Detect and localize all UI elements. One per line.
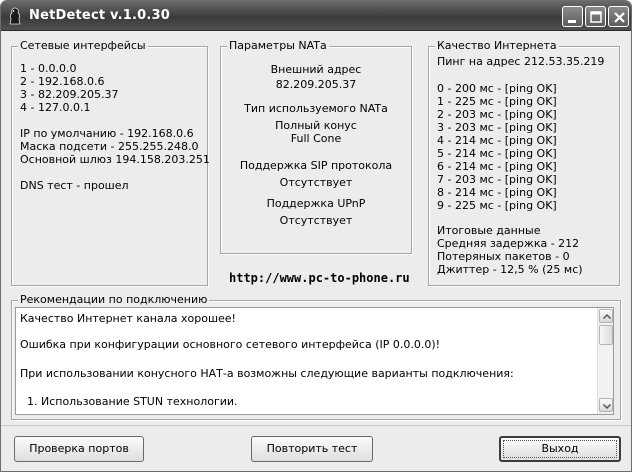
ping-result: 1 - 225 мс - [ping OK]	[437, 95, 557, 108]
ping-result: 9 - 225 мс - [ping OK]	[437, 199, 557, 212]
close-button[interactable]	[608, 6, 629, 27]
close-icon	[614, 12, 625, 23]
scroll-thumb[interactable]	[599, 325, 613, 345]
recommendations-title: Рекомендации по подключению	[18, 293, 210, 306]
window-title: NetDetect v.1.0.30	[29, 8, 171, 23]
network-interfaces-title: Сетевые интерфейсы	[18, 39, 148, 52]
ping-result: 0 - 200 мс - [ping OK]	[437, 82, 557, 95]
exit-button[interactable]: Выход	[499, 436, 621, 462]
recommendation-line: Ошибка при конфигурации основного сетево…	[20, 338, 441, 351]
scroll-down-button[interactable]	[599, 398, 613, 412]
minimize-button[interactable]	[562, 6, 583, 27]
title-bar[interactable]: NetDetect v.1.0.30	[1, 1, 631, 31]
network-interfaces-group: Сетевые интерфейсы 1 - 0.0.0.0 2 - 192.1…	[11, 39, 210, 286]
scroll-up-button[interactable]	[599, 309, 613, 323]
interface-item: 1 - 0.0.0.0	[20, 62, 77, 75]
nat-type-value-en: Full Cone	[290, 132, 342, 145]
external-address-label: Внешний адрес	[270, 63, 362, 76]
dns-test-status: DNS тест - прошел	[20, 179, 129, 192]
interface-item: 3 - 82.209.205.37	[20, 88, 119, 101]
default-ip: IP по умолчанию - 192.168.0.6	[20, 127, 194, 140]
recommendation-line: При использовании конусного НАТ-а возмож…	[20, 367, 514, 380]
check-ports-button[interactable]: Проверка портов	[14, 436, 144, 462]
nat-type-value: Полный конус	[275, 119, 357, 132]
retest-button[interactable]: Повторить тест	[251, 436, 373, 462]
nat-type-label: Тип используемого NATа	[244, 102, 388, 115]
vertical-scrollbar[interactable]	[597, 308, 613, 414]
maximize-button[interactable]	[585, 6, 606, 27]
recommendation-line: 1. Использование STUN технологии.	[20, 395, 238, 408]
ping-result: 3 - 203 мс - [ping OK]	[437, 121, 557, 134]
ping-result: 5 - 214 мс - [ping OK]	[437, 147, 557, 160]
ping-header: Пинг на адрес 212.53.35.219	[437, 55, 605, 68]
ping-result: 6 - 214 мс - [ping OK]	[437, 160, 557, 173]
nat-parameters-title: Параметры NATа	[227, 39, 329, 52]
app-icon	[9, 7, 21, 25]
website-link[interactable]: http://www.pc-to-phone.ru	[229, 271, 410, 285]
default-gateway: Основной шлюз 194.158.203.251	[20, 153, 210, 166]
lost-packets: Потеряных пакетов - 0	[437, 250, 570, 263]
ping-result: 7 - 203 мс - [ping OK]	[437, 173, 557, 186]
sip-support-value: Отсутствует	[279, 176, 353, 189]
summary-title: Итоговые данные	[437, 224, 541, 237]
recommendations-textbox[interactable]: Качество Интернет канала хорошее! Ошибка…	[15, 307, 614, 415]
ping-result: 8 - 214 мс - [ping OK]	[437, 186, 557, 199]
interface-item: 4 - 127.0.0.1	[20, 101, 91, 114]
ping-result: 4 - 214 мс - [ping OK]	[437, 134, 557, 147]
subnet-mask: Маска подсети - 255.255.248.0	[20, 140, 199, 153]
app-window: NetDetect v.1.0.30 Сетевые интерфейсы 1 …	[0, 0, 632, 472]
jitter: Джиттер - 12,5 % (25 мс)	[437, 263, 583, 276]
sip-support-label: Поддержка SIP протокола	[239, 159, 393, 172]
minimize-icon	[568, 20, 576, 23]
upnp-support-value: Отсутствует	[279, 214, 353, 227]
average-latency: Средняя задержка - 212	[437, 237, 580, 250]
ping-result: 2 - 203 мс - [ping OK]	[437, 108, 557, 121]
chevron-up-icon	[602, 313, 612, 320]
nat-parameters-group: Параметры NATа Внешний адрес 82.209.205.…	[220, 39, 412, 254]
maximize-icon	[590, 11, 602, 23]
recommendation-line: Качество Интернет канала хорошее!	[20, 312, 236, 325]
external-address-value: 82.209.205.37	[275, 78, 357, 91]
interface-item: 2 - 192.168.0.6	[20, 75, 105, 88]
internet-quality-group: Качество Интернета Пинг на адрес 212.53.…	[428, 39, 620, 286]
chevron-down-icon	[602, 403, 612, 410]
upnp-support-label: Поддержка UPnP	[266, 197, 366, 210]
separator	[1, 425, 631, 426]
internet-quality-title: Качество Интернета	[435, 39, 559, 52]
